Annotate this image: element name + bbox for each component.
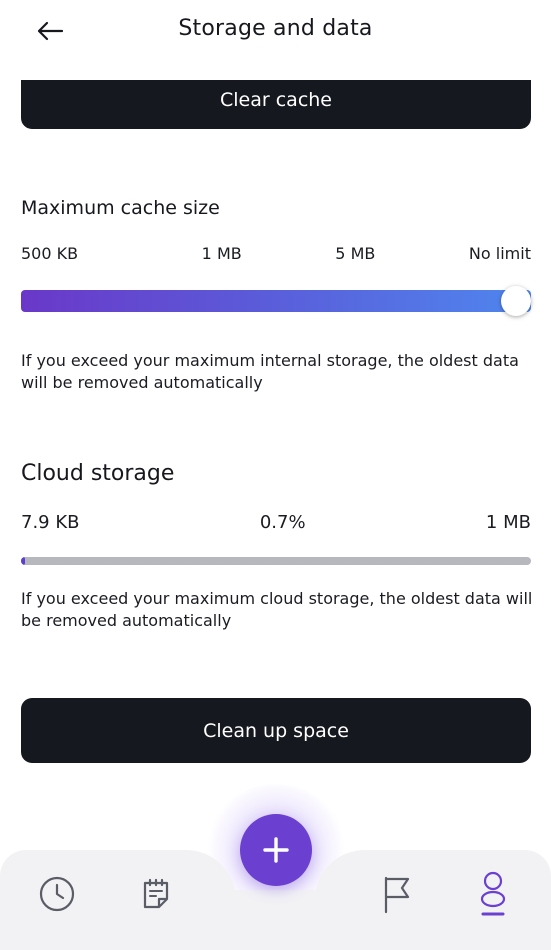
tick-label: 1 MB — [201, 244, 242, 263]
nav-item-profile[interactable] — [471, 871, 515, 916]
nav-bar-right — [315, 850, 551, 950]
cloud-usage-labels: 7.9 KB 0.7% 1 MB — [21, 512, 531, 533]
cache-size-slider[interactable] — [21, 290, 531, 312]
cache-size-title: Maximum cache size — [21, 197, 220, 219]
profile-icon — [480, 871, 506, 916]
cloud-usage-progress — [21, 557, 531, 565]
tick-label: 5 MB — [335, 244, 376, 263]
plus-icon — [263, 837, 289, 863]
cloud-used-percent: 0.7% — [259, 512, 306, 533]
cloud-usage-progress-fill — [21, 557, 25, 565]
clean-up-space-button[interactable]: Clean up space — [21, 698, 531, 763]
clear-cache-button[interactable]: Clear cache — [21, 80, 531, 129]
cloud-storage-title: Cloud storage — [21, 461, 175, 486]
nav-item-notes[interactable] — [134, 872, 178, 916]
flag-icon — [384, 876, 410, 914]
cloud-used-value: 7.9 KB — [21, 512, 80, 533]
cache-description: If you exceed your maximum internal stor… — [21, 351, 519, 392]
cloud-description: If you exceed your maximum cloud storage… — [21, 589, 533, 630]
nav-item-history[interactable] — [35, 872, 79, 916]
add-button[interactable] — [240, 814, 312, 886]
clock-icon — [39, 876, 75, 912]
tick-label: No limit — [468, 244, 531, 263]
tick-label: 500 KB — [21, 244, 79, 263]
notes-icon — [143, 878, 169, 909]
cache-size-ticks: 500 KB 1 MB 5 MB No limit — [21, 244, 531, 263]
cloud-limit-value: 1 MB — [485, 512, 531, 533]
page-title: Storage and data — [178, 16, 373, 41]
top-app-bar: Storage and data — [0, 0, 551, 66]
nav-item-flag[interactable] — [374, 872, 418, 916]
cache-size-slider-thumb[interactable] — [501, 286, 531, 316]
